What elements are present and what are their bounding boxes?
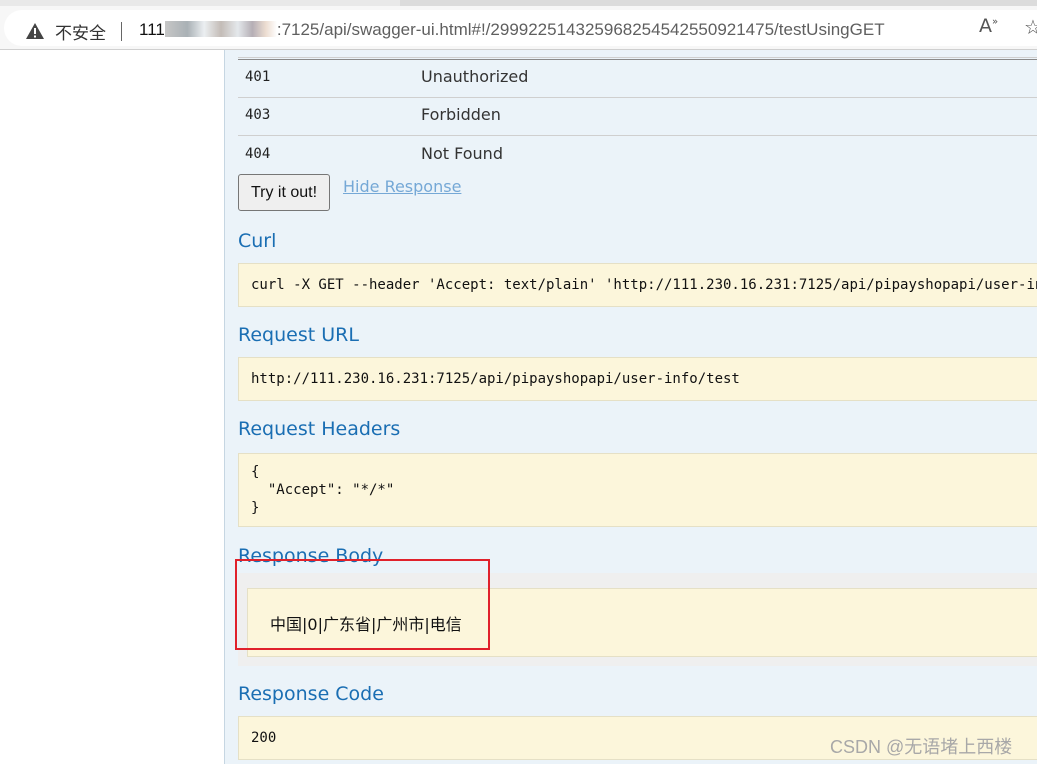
request-url-block: http://111.230.16.231:7125/api/pipayshop… (238, 357, 1037, 401)
address-separator (121, 22, 122, 41)
response-code-heading: Response Code (238, 683, 384, 705)
page-left-margin (0, 50, 224, 764)
request-headers-block: { "Accept": "*/*" } (238, 453, 1037, 527)
url-text[interactable]: 111 :7125/api/swagger-ui.html#!/299922514… (139, 20, 885, 40)
try-it-out-button[interactable]: Try it out! (238, 174, 330, 211)
response-code-value: 200 (251, 730, 277, 746)
request-url-heading: Request URL (238, 324, 359, 346)
headers-line: } (251, 500, 260, 516)
star-icon[interactable]: ☆ (1024, 15, 1037, 39)
curl-command[interactable]: curl -X GET --header 'Accept: text/plain… (251, 277, 1037, 293)
curl-heading: Curl (238, 230, 277, 252)
table-divider (238, 57, 1037, 58)
browser-toolbar: 不安全 111 :7125/api/swagger-ui.html#!/29992… (0, 6, 1037, 50)
request-headers-heading: Request Headers (238, 418, 401, 440)
url-host: 111 (139, 20, 165, 39)
status-code: 404 (245, 146, 271, 162)
row-divider (238, 135, 1037, 136)
headers-line: "Accept": "*/*" (251, 482, 395, 498)
redacted-ip (164, 21, 277, 37)
status-reason: Forbidden (421, 105, 501, 124)
table-header-border (238, 59, 1037, 60)
status-code: 403 (245, 107, 271, 123)
warning-triangle-icon[interactable] (26, 23, 44, 39)
status-reason: Unauthorized (421, 67, 529, 86)
security-status-label[interactable]: 不安全 (55, 19, 106, 44)
csdn-watermark: CSDN @无语堵上西楼 (830, 737, 1013, 757)
request-url-value[interactable]: http://111.230.16.231:7125/api/pipayshop… (251, 371, 740, 387)
curl-block: curl -X GET --header 'Accept: text/plain… (238, 263, 1037, 307)
address-bar[interactable]: 不安全 111 :7125/api/swagger-ui.html#!/29992… (4, 10, 1037, 46)
operation-panel: 401 Unauthorized 403 Forbidden 404 Not F… (224, 50, 1037, 764)
row-divider (238, 97, 1037, 98)
read-aloud-icon[interactable]: A» (979, 15, 998, 37)
status-reason: Not Found (421, 144, 503, 163)
hide-response-link[interactable]: Hide Response (343, 177, 461, 196)
url-path: :7125/api/swagger-ui.html#!/299922514325… (276, 20, 885, 39)
annotation-highlight-box (235, 559, 490, 650)
status-code: 401 (245, 69, 271, 85)
headers-line: { (251, 464, 260, 480)
